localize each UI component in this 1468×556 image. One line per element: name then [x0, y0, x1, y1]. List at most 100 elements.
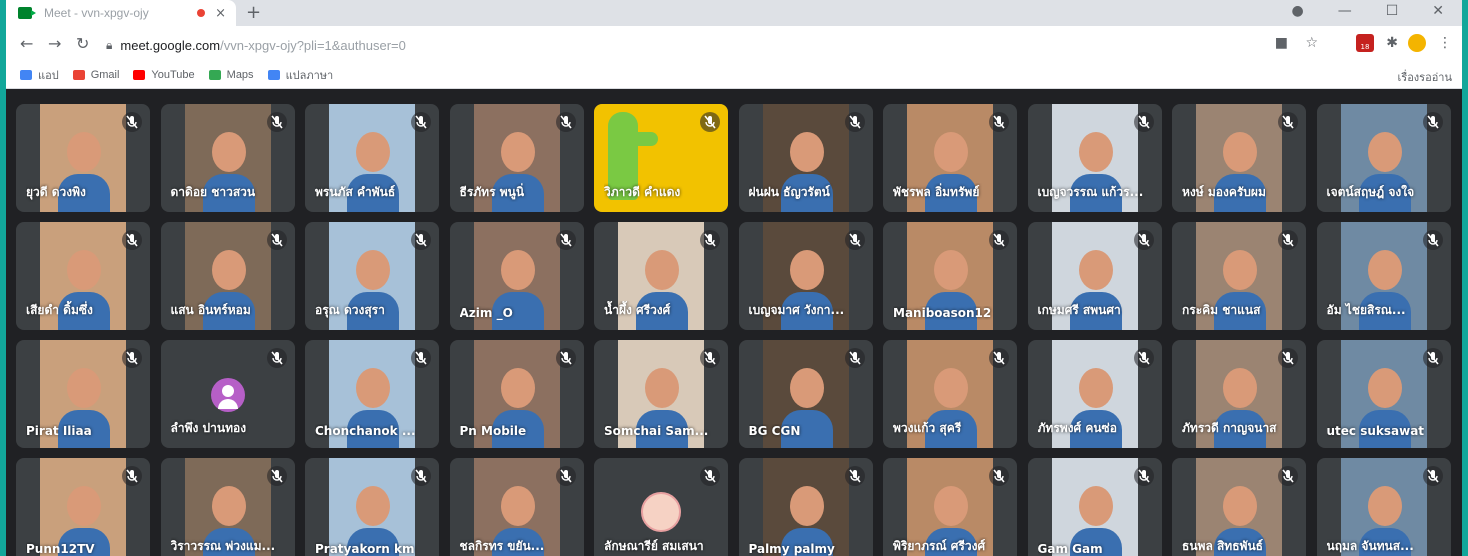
reload-icon[interactable]: ↻: [76, 34, 89, 53]
participant-tile[interactable]: แสน อินทร์หอม: [160, 222, 295, 330]
profile-photo-avatar: [641, 492, 681, 532]
participant-tile[interactable]: ยุวดี ดวงพิง: [16, 104, 150, 212]
url-path: /vvn-xpgv-ojy?pli=1&authuser=0: [220, 37, 406, 53]
mic-off-icon: [700, 466, 720, 486]
participant-tile[interactable]: Gam Gam: [1027, 458, 1162, 556]
mic-off-icon: [266, 466, 287, 486]
participant-tile[interactable]: Punn12TV: [16, 458, 150, 556]
mic-off-icon: [989, 348, 1009, 368]
participant-tile[interactable]: Maniboason12: [883, 222, 1017, 330]
mic-off-icon: [844, 466, 865, 486]
mic-off-icon: [989, 112, 1009, 132]
participant-name: นฤมล จันทนส...: [1326, 539, 1414, 553]
participant-tile[interactable]: BG CGN: [738, 340, 873, 448]
participant-tile[interactable]: ธนพล สิทธพันธ์: [1172, 458, 1306, 556]
bookmark-2[interactable]: YouTube: [133, 69, 195, 81]
participant-tile[interactable]: น้ำผึ้ง ศรีวงศ์: [594, 222, 728, 330]
reading-list-button[interactable]: เรื่องรออ่าน: [1398, 68, 1452, 86]
mic-off-icon: [1133, 348, 1154, 368]
participant-name: Chonchanok ...: [315, 424, 416, 438]
close-window-icon[interactable]: ✕: [1432, 3, 1444, 19]
participant-name: วิภาวดี คำแดง: [604, 185, 681, 199]
participant-tile[interactable]: พรนภัส คำพันธ์: [305, 104, 439, 212]
tab-title: Meet - vvn-xpgv-ojy: [44, 6, 149, 20]
participant-tile[interactable]: Pratyakorn km: [305, 458, 439, 556]
menu-kebab-icon[interactable]: ⋮: [1438, 35, 1452, 51]
participant-tile[interactable]: ฝนฝน ธัญวรัตน์: [738, 104, 873, 212]
participant-name: ภัทรวดี กาญจนาส: [1182, 421, 1277, 435]
mic-off-icon: [1133, 112, 1154, 132]
bookmark-label: แปลภาษา: [285, 70, 334, 82]
participant-tile[interactable]: ลักษณารีย์ สมเสนา: [594, 458, 728, 556]
bookmark-4[interactable]: แปลภาษา: [267, 66, 334, 84]
participant-name: ธนพล สิทธพันธ์: [1182, 539, 1263, 553]
participant-tile[interactable]: Somchai Sam...: [594, 340, 728, 448]
camera-in-use-icon[interactable]: ■: [1275, 35, 1288, 51]
participant-tile[interactable]: ลำพึง ปานทอง: [160, 340, 295, 448]
participant-tile[interactable]: พิริยาภรณ์ ศรีวงศ์: [883, 458, 1017, 556]
lock-icon: 🔒︎: [106, 37, 113, 52]
participant-name: อรุณ ดวงสุรา: [315, 303, 385, 317]
address-bar[interactable]: 🔒︎ meet.google.com /vvn-xpgv-ojy?pli=1&a…: [106, 33, 1266, 57]
participant-name: ชลกิรทร ขยัน...: [459, 539, 545, 553]
participant-tile[interactable]: ภัทรพงศ์ คนซ่อ: [1027, 340, 1162, 448]
new-tab-button[interactable]: +: [246, 2, 261, 23]
participant-name: ลักษณารีย์ สมเสนา: [604, 539, 704, 553]
bookmark-3[interactable]: Maps: [208, 69, 254, 81]
maximize-icon[interactable]: ☐: [1386, 3, 1399, 19]
participant-tile[interactable]: พวงแก้ว สุครี: [883, 340, 1017, 448]
tab-meet[interactable]: Meet - vvn-xpgv-ojy ×: [6, 0, 236, 26]
participant-tile[interactable]: Palmy palmy: [738, 458, 873, 556]
extensions-puzzle-icon[interactable]: ✱: [1386, 35, 1398, 51]
mic-off-icon: [1422, 230, 1443, 250]
participant-tile[interactable]: Azim _O: [449, 222, 584, 330]
participant-tile[interactable]: Pn Mobile: [449, 340, 584, 448]
participant-tile[interactable]: ธีรภัทร พนูนิ่: [449, 104, 584, 212]
mic-off-icon: [1278, 112, 1298, 132]
participant-tile[interactable]: ชลกิรทร ขยัน...: [449, 458, 584, 556]
participant-name: พัชรพล อิ่มทรัพย์: [893, 185, 980, 199]
participant-tile[interactable]: อัม ไชยสิรณ...: [1316, 222, 1451, 330]
participant-tile[interactable]: เจตน์สฤษฎ์ จงใจ: [1316, 104, 1451, 212]
participant-tile[interactable]: เบญจวรรณ แก้วร...: [1027, 104, 1162, 212]
tab-close-icon[interactable]: ×: [215, 6, 226, 21]
bookmark-star-icon[interactable]: ☆: [1305, 35, 1318, 51]
profile-avatar-icon[interactable]: [1408, 34, 1426, 52]
participant-tile[interactable]: หงษ์ มองครับผม: [1172, 104, 1306, 212]
mic-off-icon: [700, 112, 720, 132]
participant-tile[interactable]: กระคิม ชาแนส: [1172, 222, 1306, 330]
bookmark-label: YouTube: [151, 69, 195, 81]
participant-tile[interactable]: พัชรพล อิ่มทรัพย์: [883, 104, 1017, 212]
participant-tile[interactable]: นฤมล จันทนส...: [1316, 458, 1451, 556]
participant-tile[interactable]: วิภาวดี คำแดง: [594, 104, 728, 212]
participant-name: Azim _O: [459, 306, 513, 320]
participant-tile[interactable]: เสียดำ ดิ้มซึ่ง: [16, 222, 150, 330]
participant-tile[interactable]: Chonchanok ...: [305, 340, 439, 448]
participant-tile[interactable]: เกษมศรี สพนศา: [1027, 222, 1162, 330]
bookmark-1[interactable]: Gmail: [72, 69, 119, 81]
bookmark-0[interactable]: แอป: [20, 66, 59, 84]
browser-toolbar: ← → ↻ 🔒︎ meet.google.com /vvn-xpgv-ojy?p…: [6, 26, 1462, 62]
bookmarks-bar: แอป Gmail YouTube Maps แปลภาษา เรื่องรออ่าน: [6, 62, 1462, 89]
participant-name: พวงแก้ว สุครี: [893, 421, 962, 435]
extension-badge-icon[interactable]: 18: [1356, 34, 1374, 52]
back-icon[interactable]: ←: [20, 34, 33, 53]
minimize-icon[interactable]: —: [1338, 3, 1352, 19]
participant-tile[interactable]: Pirat Iliaa: [16, 340, 150, 448]
participant-name: ลำพึง ปานทอง: [170, 421, 247, 435]
participant-tile[interactable]: ภัทรวดี กาญจนาส: [1172, 340, 1306, 448]
participant-tile[interactable]: ดาดิอย ชาวสวน: [160, 104, 295, 212]
mic-off-icon: [555, 230, 576, 250]
profile-indicator-icon[interactable]: ●: [1291, 3, 1303, 19]
participant-name: ดาดิอย ชาวสวน: [170, 185, 256, 199]
participant-name: utec suksawat: [1326, 424, 1425, 438]
participant-name: หงษ์ มองครับผม: [1182, 185, 1266, 199]
translate-icon: [267, 70, 280, 80]
participant-tile[interactable]: เบญจมาศ วังกา...: [738, 222, 873, 330]
participant-tile[interactable]: อรุณ ดวงสุรา: [305, 222, 439, 330]
participant-tile[interactable]: วิราวรรณ พ่วงแม...: [160, 458, 295, 556]
participant-name: Pn Mobile: [459, 424, 527, 438]
participant-name: แสน อินทร์หอม: [170, 303, 251, 317]
forward-icon[interactable]: →: [48, 34, 61, 53]
participant-tile[interactable]: utec suksawat: [1316, 340, 1451, 448]
